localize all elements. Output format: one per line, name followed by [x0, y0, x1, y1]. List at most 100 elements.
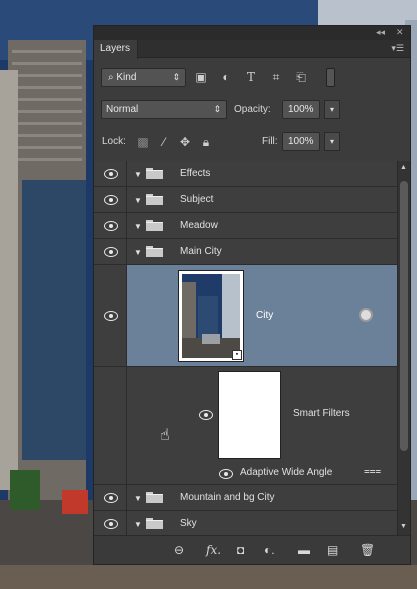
layer-name: City — [256, 310, 274, 321]
blend-mode-select[interactable]: Normal ⇕ — [101, 100, 227, 119]
layer-name: Main City — [180, 246, 222, 257]
layer-row-main-city[interactable]: ▼ Main City — [94, 239, 397, 265]
filter-toggle-switch[interactable] — [326, 68, 335, 87]
layer-row-mountain-and-bg-city[interactable]: ▼ Mountain and bg City — [94, 485, 397, 511]
visibility-cell — [94, 485, 127, 510]
lock-row: Lock: ▩ ⁄ ✥ 🔒︎ Fill: 100% ▾ — [94, 128, 410, 158]
scroll-down-icon[interactable]: ▼ — [400, 523, 407, 530]
eye-icon[interactable] — [104, 221, 118, 231]
visibility-cell — [94, 161, 127, 186]
folder-icon — [146, 194, 163, 205]
new-group-icon[interactable]: ▬ — [298, 543, 310, 557]
eye-icon[interactable] — [199, 410, 213, 420]
smart-object-filter-icon[interactable]: ⎗ — [294, 70, 308, 84]
city-thumbnail-image — [182, 274, 240, 358]
layer-name: Mountain and bg City — [180, 492, 275, 503]
filter-blending-options-icon[interactable]: ⩶ — [364, 466, 381, 477]
lock-label: Lock: — [102, 136, 126, 147]
filter-name: Adaptive Wide Angle — [240, 467, 333, 478]
fill-dropdown-button[interactable]: ▾ — [324, 132, 340, 151]
smart-filter-indicator-icon[interactable] — [359, 308, 373, 322]
layer-row-smart-filters[interactable]: Smart Filters ☝︎ — [94, 367, 397, 461]
layer-thumbnail: ▪ — [178, 270, 244, 362]
fill-input[interactable]: 100% — [282, 132, 320, 151]
layer-name: Subject — [180, 194, 214, 205]
filter-mask-thumbnail[interactable] — [218, 371, 281, 459]
expand-caret-icon[interactable]: ▼ — [134, 170, 142, 179]
expand-caret-icon[interactable]: ▼ — [134, 520, 142, 529]
layer-row-effects[interactable]: ▼ Effects — [94, 161, 397, 187]
blend-mode-value: Normal — [106, 104, 139, 115]
folder-icon — [146, 168, 163, 179]
add-mask-icon[interactable]: ◘ — [237, 543, 244, 557]
layer-row-adaptive-wide-angle[interactable]: Adaptive Wide Angle ⩶ — [94, 461, 397, 485]
type-filter-icon[interactable]: T — [244, 70, 258, 84]
layer-row-city[interactable]: ▪ City — [94, 265, 397, 367]
visibility-cell — [94, 511, 127, 535]
visibility-cell — [94, 239, 127, 264]
layer-name: Meadow — [180, 220, 218, 231]
layer-row-sky[interactable]: ▼ Sky — [94, 511, 397, 535]
search-icon: ⌕ — [108, 72, 114, 83]
layers-scrollbar[interactable]: ▲ ▼ — [397, 161, 410, 535]
layer-row-meadow[interactable]: ▼ Meadow — [94, 213, 397, 239]
expand-caret-icon[interactable]: ▼ — [134, 222, 142, 231]
eye-icon[interactable] — [104, 247, 118, 257]
shape-filter-icon[interactable]: ⌗ — [269, 70, 283, 84]
eye-icon[interactable] — [104, 169, 118, 179]
visibility-cell — [94, 265, 127, 366]
lock-position-icon[interactable]: ✥ — [178, 135, 192, 149]
stepper-icon: ⇕ — [172, 72, 180, 82]
scrollbar-thumb[interactable] — [400, 181, 408, 451]
stepper-icon: ⇕ — [213, 104, 221, 114]
tab-layers[interactable]: Layers — [94, 40, 138, 59]
folder-icon — [146, 246, 163, 257]
folder-icon — [146, 518, 163, 529]
new-layer-icon[interactable]: ▤ — [327, 543, 338, 557]
filter-kind-select[interactable]: ⌕ Kind ⇕ — [101, 68, 186, 87]
smart-filters-label: Smart Filters — [293, 408, 350, 419]
eye-icon[interactable] — [104, 195, 118, 205]
layers-panel: ◂◂ ✕ Layers ▾☰ ⌕ Kind ⇕ ▣ ◐ T ⌗ ⎗ Normal… — [93, 25, 411, 565]
panel-tab-row: Layers ▾☰ — [94, 40, 410, 59]
double-chevron-icon[interactable]: ◂◂ — [376, 27, 385, 38]
image-filter-icon[interactable]: ▣ — [194, 70, 208, 84]
folder-icon — [146, 492, 163, 503]
eye-icon[interactable] — [219, 469, 233, 479]
lock-all-icon[interactable]: 🔒︎ — [199, 135, 213, 149]
expand-caret-icon[interactable]: ▼ — [134, 248, 142, 257]
new-adjustment-layer-icon[interactable]: ◐. — [264, 543, 275, 557]
lock-transparent-pixels-icon[interactable]: ▩ — [136, 135, 150, 149]
scroll-up-icon[interactable]: ▲ — [400, 164, 407, 171]
blend-row: Normal ⇕ Opacity: 100% ▾ — [94, 96, 410, 126]
expand-caret-icon[interactable]: ▼ — [134, 494, 142, 503]
layer-name: Effects — [180, 168, 211, 179]
link-layers-icon[interactable]: ⊖ — [174, 543, 184, 557]
eye-icon[interactable] — [104, 311, 118, 321]
visibility-cell — [94, 367, 127, 461]
panel-titlebar: ◂◂ ✕ — [94, 26, 410, 40]
adjustment-filter-icon[interactable]: ◐ — [219, 70, 233, 84]
fill-label: Fill: — [262, 136, 278, 147]
fx-label: fx — [206, 543, 218, 557]
layers-list: ▼ Effects ▼ Subject ▼ Meadow ▼ Main City… — [94, 161, 397, 535]
layer-name: Sky — [180, 518, 197, 529]
eye-icon[interactable] — [104, 519, 118, 529]
expand-caret-icon[interactable]: ▼ — [134, 196, 142, 205]
opacity-dropdown-button[interactable]: ▾ — [324, 100, 340, 119]
layers-bottom-bar: ⊖ fx. ◘ ◐. ▬ ▤ 🗑︎ — [94, 535, 410, 564]
delete-layer-icon[interactable]: 🗑︎ — [360, 543, 375, 557]
eye-icon[interactable] — [104, 493, 118, 503]
visibility-cell — [94, 187, 127, 212]
folder-icon — [146, 220, 163, 231]
opacity-label: Opacity: — [234, 104, 271, 115]
layer-row-subject[interactable]: ▼ Subject — [94, 187, 397, 213]
close-icon[interactable]: ✕ — [396, 27, 404, 38]
opacity-input[interactable]: 100% — [282, 100, 320, 119]
hand-cursor-icon: ☝︎ — [160, 427, 170, 444]
lock-image-pixels-icon[interactable]: ⁄ — [157, 135, 171, 149]
panel-menu-icon[interactable]: ▾☰ — [391, 43, 404, 54]
fx-layer-style-button[interactable]: fx. — [206, 543, 221, 557]
filter-kind-label: Kind — [116, 72, 137, 83]
visibility-cell — [94, 461, 127, 484]
